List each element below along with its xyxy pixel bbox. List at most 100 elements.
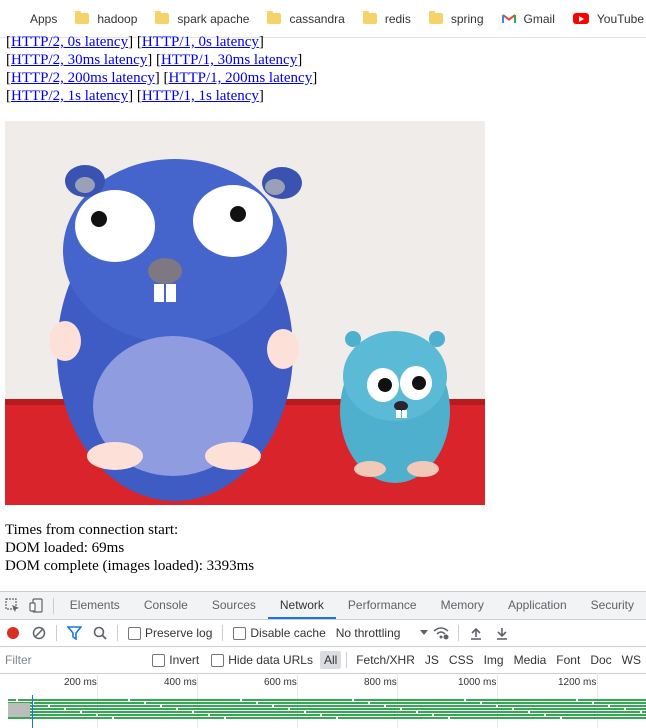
request-gap: [384, 705, 386, 707]
import-har-button[interactable]: [463, 620, 489, 646]
tick-label: 800 ms: [364, 677, 397, 688]
clear-button[interactable]: [26, 620, 52, 646]
search-icon: [93, 626, 107, 640]
tab-application[interactable]: Application: [496, 592, 579, 619]
request-gap: [16, 699, 18, 701]
request-gap: [192, 711, 194, 713]
gmail-icon: [501, 14, 516, 23]
http1-link[interactable]: HTTP/1, 1s latency: [142, 88, 259, 104]
invert-checkbox[interactable]: Invert: [152, 653, 199, 667]
download-icon: [497, 627, 508, 640]
request-gap: [80, 711, 82, 713]
type-filter-fetch-xhr[interactable]: Fetch/XHR: [352, 651, 419, 669]
request-bar: [8, 717, 646, 719]
link-row: [HTTP/2, 200ms latency] [HTTP/1, 200ms l…: [6, 70, 318, 86]
request-gap: [576, 699, 578, 701]
bookmark-label: spark apache: [177, 11, 250, 26]
network-overview-timeline[interactable]: 200 ms 400 ms 600 ms 800 ms 1000 ms 1200…: [0, 673, 646, 728]
bookmark-label: redis: [384, 11, 411, 26]
http1-link[interactable]: HTTP/1, 0s latency: [142, 34, 259, 50]
tick-label: 1200 ms: [558, 677, 597, 688]
tab-sources[interactable]: Sources: [200, 592, 268, 619]
bookmark-spark-apache[interactable]: spark apache: [146, 7, 258, 31]
request-gap: [240, 699, 242, 701]
bookmark-cassandra[interactable]: cassandra: [258, 7, 353, 31]
network-conditions-button[interactable]: [428, 620, 454, 646]
bookmark-spring[interactable]: spring: [420, 7, 493, 31]
request-gap: [416, 711, 418, 713]
request-bar: [8, 699, 646, 701]
request-gap: [320, 714, 322, 716]
stats-heading: Times from connection start:: [5, 522, 179, 538]
devtools-tab-bar: Elements Console Sources Network Perform…: [0, 592, 646, 620]
filter-icon: [66, 626, 82, 640]
divider: [222, 625, 224, 641]
stalled-request-bar: [8, 703, 30, 717]
bookmark-label: hadoop: [97, 11, 138, 26]
tab-security[interactable]: Security: [579, 592, 646, 619]
type-filter-css[interactable]: CSS: [445, 651, 478, 669]
http2-link[interactable]: HTTP/2, 1s latency: [11, 88, 128, 104]
tick-label: 600 ms: [264, 677, 297, 688]
disable-cache-label: Disable cache: [250, 626, 326, 640]
bookmark-gmail[interactable]: Gmail: [493, 7, 564, 31]
type-filter-ws[interactable]: WS: [618, 651, 645, 669]
tab-memory[interactable]: Memory: [429, 592, 496, 619]
type-filter-img[interactable]: Img: [480, 651, 508, 669]
hide-data-urls-checkbox[interactable]: Hide data URLs: [211, 653, 313, 667]
tab-network[interactable]: Network: [267, 592, 336, 619]
request-gap: [336, 717, 338, 719]
inspect-element-icon[interactable]: [0, 592, 24, 619]
request-gap: [368, 702, 370, 704]
bookmark-label: Gmail: [523, 11, 555, 26]
tick-label: 1000 ms: [458, 677, 497, 688]
device-toolbar-icon[interactable]: [24, 592, 48, 619]
request-bar: [8, 708, 646, 710]
request-gap: [480, 702, 482, 704]
request-gap: [528, 711, 530, 713]
type-filter-doc[interactable]: Doc: [586, 651, 615, 669]
bookmark-label: YouTube: [596, 11, 645, 26]
request-bar: [8, 714, 646, 716]
chevron-down-icon: [420, 630, 429, 635]
request-gap: [64, 708, 66, 710]
http2-link[interactable]: HTTP/2, 30ms latency: [11, 52, 147, 68]
preserve-log-checkbox[interactable]: Preserve log: [128, 626, 212, 640]
type-filter-font[interactable]: Font: [552, 651, 584, 669]
tab-performance[interactable]: Performance: [336, 592, 429, 619]
tab-console[interactable]: Console: [132, 592, 200, 619]
request-gap: [352, 699, 354, 701]
bookmark-hadoop[interactable]: hadoop: [66, 7, 146, 31]
http1-link[interactable]: HTTP/1, 200ms latency: [168, 70, 312, 86]
request-bar: [8, 702, 646, 704]
http2-link[interactable]: HTTP/2, 200ms latency: [11, 70, 155, 86]
request-gap: [592, 702, 594, 704]
filter-toggle-button[interactable]: [61, 620, 87, 646]
folder-icon: [362, 11, 377, 24]
bookmark-redis[interactable]: redis: [354, 7, 420, 31]
disable-cache-checkbox[interactable]: Disable cache: [233, 626, 326, 640]
request-gap: [432, 714, 434, 716]
bookmark-apps[interactable]: Apps: [0, 7, 66, 31]
export-har-button[interactable]: [489, 620, 515, 646]
type-filter-media[interactable]: Media: [510, 651, 551, 669]
type-filter-all[interactable]: All: [319, 651, 342, 669]
request-gap: [608, 705, 610, 707]
folder-icon: [428, 11, 443, 24]
tab-elements[interactable]: Elements: [58, 592, 132, 619]
devtools-panel: Elements Console Sources Network Perform…: [0, 591, 646, 728]
http1-link[interactable]: HTTP/1, 30ms latency: [161, 52, 297, 68]
search-button[interactable]: [87, 620, 113, 646]
filter-input[interactable]: Filter: [2, 650, 146, 670]
request-gap: [544, 714, 546, 716]
record-icon: [7, 627, 19, 639]
request-gap: [400, 708, 402, 710]
throttling-select[interactable]: No throttling: [336, 626, 429, 640]
record-button[interactable]: [0, 620, 26, 646]
http2-link[interactable]: HTTP/2, 0s latency: [11, 34, 128, 50]
bookmark-youtube[interactable]: YouTube: [564, 7, 646, 31]
dom-content-loaded-marker: [32, 695, 33, 728]
bookmark-label: Apps: [30, 11, 58, 26]
type-filter-js[interactable]: JS: [421, 651, 443, 669]
dom-loaded-text: DOM loaded: 69ms: [5, 540, 125, 556]
